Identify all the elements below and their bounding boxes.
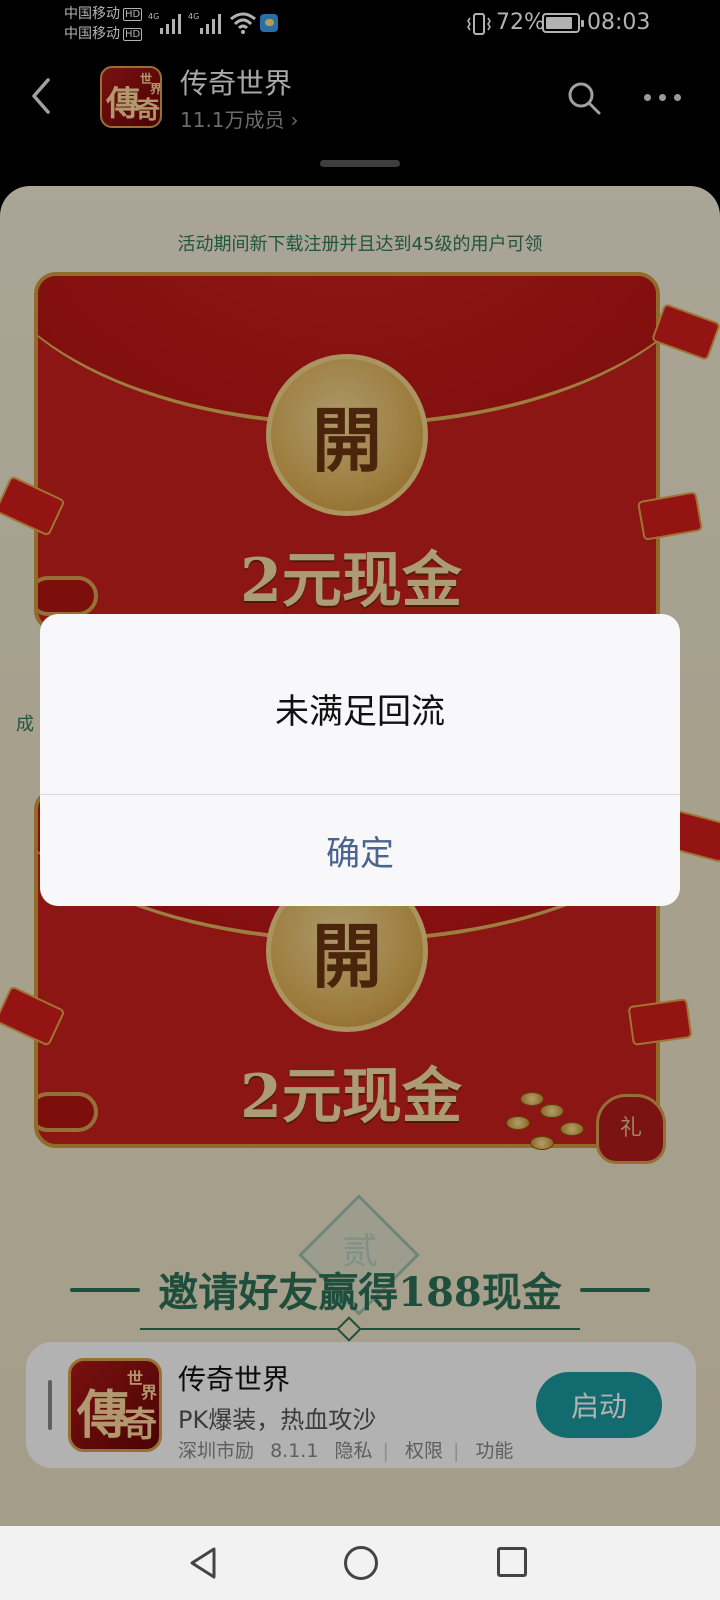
nav-home-icon[interactable] <box>344 1546 378 1580</box>
system-nav-bar <box>0 1526 720 1600</box>
alert-dialog: 未满足回流 确定 <box>40 614 680 906</box>
nav-recent-apps-icon[interactable] <box>497 1547 527 1577</box>
nav-back-icon[interactable] <box>188 1546 220 1580</box>
dialog-message: 未满足回流 <box>275 692 445 732</box>
confirm-button[interactable]: 确定 <box>40 795 680 906</box>
